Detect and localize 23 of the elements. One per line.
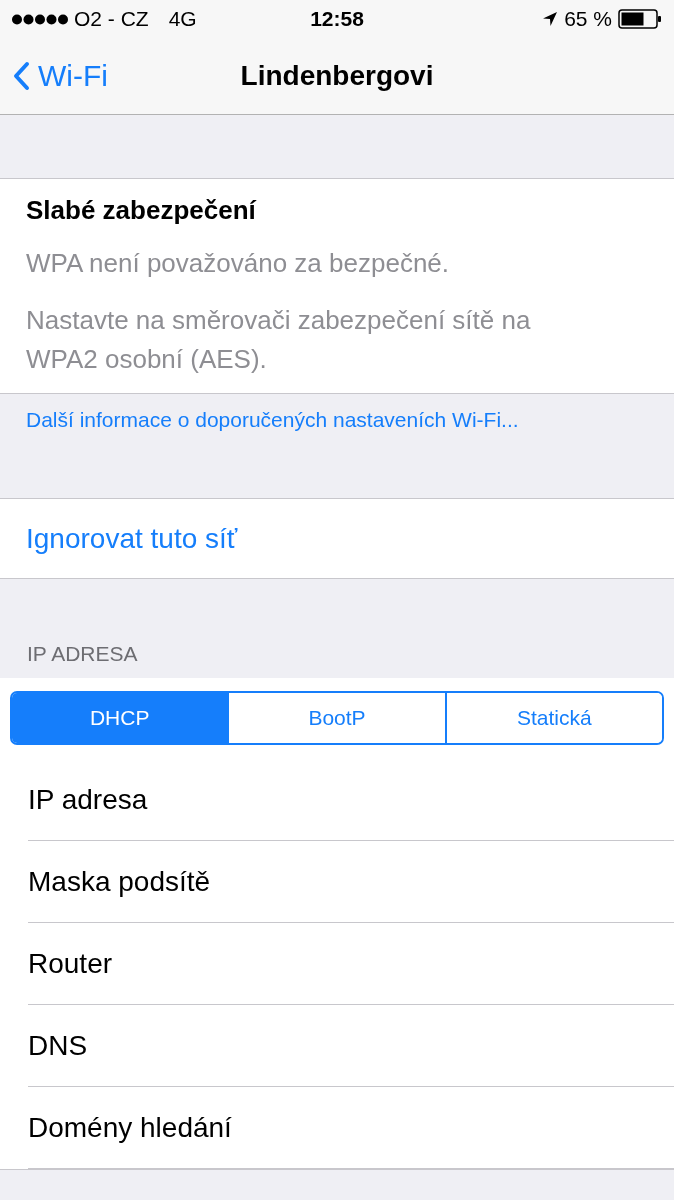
warning-text: WPA není považováno za bezpečné. — [26, 247, 451, 280]
row-label: Domény hledání — [28, 1111, 232, 1144]
status-time: 12:58 — [310, 7, 364, 31]
row-label: Maska podsítě — [28, 865, 211, 898]
row-label: Router — [28, 947, 113, 980]
location-icon — [542, 11, 559, 27]
back-button[interactable]: Wi-Fi — [0, 59, 120, 93]
warning-title: Slabé zabezpečení — [26, 195, 258, 226]
section-header: IP ADRESA — [27, 642, 138, 666]
nav-title: Lindenbergovi — [240, 60, 434, 92]
network-type: 4G — [168, 7, 197, 31]
warning-text: Nastavte na směrovači zabezpečení sítě na WPA2 osobní (AES). — [26, 304, 532, 376]
row-label: IP adresa — [28, 783, 148, 816]
forget-network-button[interactable]: Ignorovat tuto síť — [26, 522, 238, 555]
segment-tab[interactable]: Statická — [444, 693, 662, 743]
info-link[interactable]: Další informace o doporučených nastaveních Wi-Fi... — [26, 408, 519, 431]
signal-icon — [12, 13, 68, 25]
carrier-name: O2 - CZ — [74, 7, 149, 31]
segment-tab[interactable]: DHCP — [12, 693, 228, 743]
battery-percent: 65 % — [564, 7, 612, 31]
back-chevron-icon — [12, 61, 30, 91]
battery-icon — [618, 9, 662, 29]
row-label: DNS — [28, 1029, 88, 1062]
